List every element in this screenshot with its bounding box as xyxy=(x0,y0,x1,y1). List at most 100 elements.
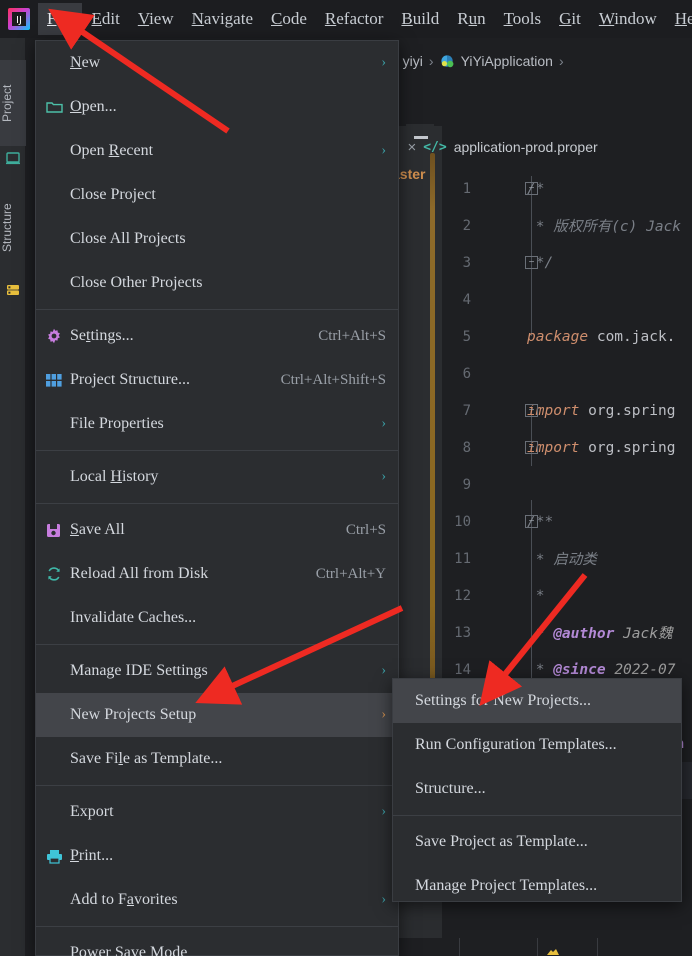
submenu-item-save-project-as-template[interactable]: Save Project as Template... xyxy=(393,820,681,864)
menubar-item-build[interactable]: Build xyxy=(392,3,448,35)
file-menu-popup[interactable]: New › Open... Open Recent › Close Project Clos… xyxy=(35,40,399,956)
close-icon[interactable]: × xyxy=(407,139,416,156)
line-number: 10 xyxy=(454,513,471,530)
editor-bottom-strip xyxy=(392,938,692,956)
menubar-item-window[interactable]: Window xyxy=(590,3,666,35)
line-number: 11 xyxy=(454,550,471,567)
sidebar-item-project-label: Project xyxy=(0,84,14,122)
intellij-idea-logo-icon: IJ xyxy=(6,6,32,32)
menu-item-label: File Properties xyxy=(70,415,164,432)
menubar-item-navigate[interactable]: Navigate xyxy=(183,3,262,35)
breadcrumb-item-class[interactable]: YiYiApplication xyxy=(461,53,553,69)
menu-item-label: New Projects Setup xyxy=(70,706,197,723)
fold-collapse-icon[interactable]: − xyxy=(525,404,538,417)
menu-item-open[interactable]: Open... xyxy=(36,85,398,129)
reload-icon xyxy=(46,565,70,583)
menu-item-label: Open... xyxy=(70,98,117,115)
line-number: 8 xyxy=(462,439,471,456)
breadcrumb[interactable]: › yiyi › YiYiApplication › xyxy=(392,48,564,74)
chevron-right-icon: › xyxy=(381,469,386,484)
line-number: 14 xyxy=(454,661,471,678)
menu-item-file-properties[interactable]: File Properties › xyxy=(36,402,398,446)
menu-item-label: Close Project xyxy=(70,186,156,203)
menu-item-export[interactable]: Export › xyxy=(36,790,398,834)
menubar-item-file[interactable]: File xyxy=(38,3,83,35)
code-line: 11 * 启动类 xyxy=(443,540,692,577)
chevron-right-icon: › xyxy=(381,892,386,907)
menubar-item-view[interactable]: View xyxy=(129,3,183,35)
project-structure-icon xyxy=(46,371,70,389)
new-projects-setup-submenu[interactable]: Settings for New Projects... Run Configur… xyxy=(392,678,682,902)
fold-end-icon[interactable]: − xyxy=(525,441,538,454)
menu-item-shortcut: Ctrl+Alt+Shift+S xyxy=(280,371,386,388)
menu-item-reload-all-from-disk[interactable]: Reload All from Disk Ctrl+Alt+Y xyxy=(36,552,398,596)
menu-item-add-to-favorites[interactable]: Add to Favorites › xyxy=(36,878,398,922)
menu-item-no-icon xyxy=(46,415,70,433)
code-text: * xyxy=(527,587,545,604)
menu-item-close-other-projects[interactable]: Close Other Projects xyxy=(36,261,398,305)
editor-vertical-marker xyxy=(430,153,435,718)
sidebar-item-structure-label: Structure xyxy=(0,203,14,253)
chevron-right-icon: › xyxy=(381,55,386,70)
menu-item-label: Open Recent xyxy=(70,142,154,159)
fold-collapse-icon[interactable]: − xyxy=(525,182,538,195)
menu-item-label: Export xyxy=(70,803,114,820)
code-text: * @author Jack魏 xyxy=(527,626,673,642)
submenu-item-manage-project-templates[interactable]: Manage Project Templates... xyxy=(393,864,681,908)
menu-item-label: Local History xyxy=(70,468,159,485)
menu-item-new[interactable]: New › xyxy=(36,41,398,85)
menu-item-local-history[interactable]: Local History › xyxy=(36,455,398,499)
menu-separator xyxy=(36,503,398,504)
menu-item-new-projects-setup[interactable]: New Projects Setup › xyxy=(36,693,398,737)
code-text: package com.jack. xyxy=(527,328,676,345)
main-menu-bar: IJ File Edit View Navigate Code Refactor Build… xyxy=(0,0,692,38)
editor-tab-strip: ) × </> application-prod.proper xyxy=(392,130,692,164)
menu-item-print[interactable]: Print... xyxy=(36,834,398,878)
menu-item-save-all[interactable]: Save All Ctrl+S xyxy=(36,508,398,552)
submenu-item-run-configuration-templates[interactable]: Run Configuration Templates... xyxy=(393,723,681,767)
menubar-item-refactor[interactable]: Refactor xyxy=(316,3,393,35)
menubar-item-run[interactable]: Run xyxy=(448,3,494,35)
menu-item-save-file-as-template[interactable]: Save File as Template... xyxy=(36,737,398,781)
menu-separator xyxy=(36,309,398,310)
tab-application-prod-properties[interactable]: application-prod.proper xyxy=(454,139,598,155)
breadcrumb-item-module[interactable]: yiyi xyxy=(403,53,423,69)
java-class-icon xyxy=(440,54,455,69)
sidebar-item-project[interactable]: Project xyxy=(0,60,26,146)
menubar-item-he[interactable]: He xyxy=(666,3,692,35)
sidebar-item-structure[interactable]: Structure xyxy=(0,178,26,278)
menu-item-manage-ide-settings[interactable]: Manage IDE Settings › xyxy=(36,649,398,693)
chevron-right-icon: › xyxy=(381,663,386,678)
menubar-item-git[interactable]: Git xyxy=(550,3,590,35)
chevron-right-icon: › xyxy=(381,416,386,431)
menu-item-project-structure[interactable]: Project Structure... Ctrl+Alt+Shift+S xyxy=(36,358,398,402)
warning-icon xyxy=(547,949,559,955)
menu-item-invalidate-caches[interactable]: Invalidate Caches... xyxy=(36,596,398,640)
menu-item-no-icon xyxy=(46,468,70,486)
code-line: 4 xyxy=(443,281,692,318)
fold-end-icon[interactable]: − xyxy=(525,256,538,269)
submenu-item-settings-for-new-projects[interactable]: Settings for New Projects... xyxy=(393,679,681,723)
code-line: 12 * xyxy=(443,577,692,614)
code-file-icon: </> xyxy=(423,139,447,155)
menu-item-close-project[interactable]: Close Project xyxy=(36,173,398,217)
code-text: * @since 2022-07 xyxy=(527,661,676,678)
submenu-item-structure[interactable]: Structure... xyxy=(393,767,681,811)
menu-item-power-save-mode[interactable]: Power Save Mode xyxy=(36,931,398,956)
code-line: 9 xyxy=(443,466,692,503)
fold-collapse-icon[interactable]: − xyxy=(525,515,538,528)
menu-item-label: Close All Projects xyxy=(70,230,186,247)
menubar-item-code[interactable]: Code xyxy=(262,3,316,35)
line-number: 1 xyxy=(462,180,471,197)
menubar-item-edit[interactable]: Edit xyxy=(82,3,128,35)
menu-separator xyxy=(36,926,398,927)
chevron-right-icon: › xyxy=(381,707,386,722)
menu-item-close-all-projects[interactable]: Close All Projects xyxy=(36,217,398,261)
menu-item-label: New xyxy=(70,54,101,71)
menu-item-open-recent[interactable]: Open Recent › xyxy=(36,129,398,173)
menubar-item-tools[interactable]: Tools xyxy=(495,3,551,35)
menu-item-no-icon xyxy=(46,944,70,956)
menu-item-shortcut: Ctrl+S xyxy=(345,521,386,538)
menu-item-settings[interactable]: Settings... Ctrl+Alt+S xyxy=(36,314,398,358)
status-cell-1 xyxy=(402,938,460,956)
